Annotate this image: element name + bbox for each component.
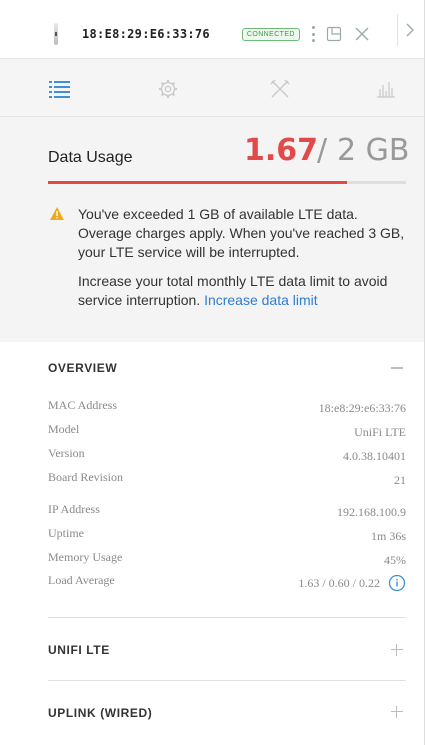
section-divider (48, 617, 406, 618)
increase-data-limit-link[interactable]: Increase data limit (204, 292, 318, 308)
kv-value: 192.168.100.9 (337, 504, 406, 519)
tab-bar (0, 59, 424, 117)
kv-label: Memory Usage (48, 550, 123, 564)
more-options-icon[interactable] (312, 26, 316, 42)
kv-value: 4.0.38.10401 (343, 448, 406, 463)
header-divider (397, 14, 398, 46)
kv-value: 1m 36s (370, 528, 406, 543)
panel-header: 18:E8:29:E6:33:76 CONNECTED (12, 12, 412, 56)
overview-row-load-average: Load Average 1.63 / 0.60 / 0.22 (48, 573, 406, 593)
kv-value: UniFi LTE (354, 424, 406, 439)
kv-label: Version (48, 446, 85, 460)
kv-label: MAC Address (48, 398, 118, 412)
gear-icon (159, 80, 177, 98)
kv-value: 21 (394, 472, 406, 487)
data-usage-total: 2 GB (337, 133, 410, 168)
overview-row-version: Version 4.0.38.10401 (48, 446, 406, 466)
popout-icon[interactable] (326, 26, 342, 42)
overview-row-model: Model UniFi LTE (48, 422, 406, 442)
warning-icon (50, 207, 64, 220)
kv-label: Load Average (48, 573, 115, 587)
data-usage-used: 1.67 (244, 133, 319, 168)
overview-row-mac-address: MAC Address 18:e8:29:e6:33:76 (48, 398, 406, 418)
tab-tools[interactable] (262, 71, 298, 107)
overview-row-ip-address: IP Address 192.168.100.9 (48, 502, 406, 522)
expand-icon[interactable] (391, 706, 403, 718)
chevron-right-icon[interactable] (405, 22, 415, 38)
collapse-icon[interactable] (391, 367, 403, 369)
tools-icon (270, 79, 290, 98)
data-usage-bar-fill (48, 181, 347, 184)
kv-value: 1.63 / 0.60 / 0.22 (298, 575, 380, 590)
increase-limit-message: Increase your total monthly LTE data lim… (78, 272, 408, 310)
overview-section-header[interactable]: OVERVIEW (48, 361, 117, 375)
data-usage-title: Data Usage (48, 149, 133, 166)
device-properties-panel: 18:E8:29:E6:33:76 CONNECTED Data Usage 1… (0, 0, 425, 745)
bar-chart-icon (377, 82, 395, 98)
kv-value: 45% (384, 552, 406, 567)
list-icon (49, 81, 70, 98)
data-usage-bar (48, 181, 406, 184)
kv-value: 18:e8:29:e6:33:76 (318, 400, 406, 415)
overview-row-memory-usage: Memory Usage 45% (48, 550, 406, 570)
status-badge: CONNECTED (241, 27, 300, 41)
expand-icon[interactable] (391, 644, 403, 656)
close-icon[interactable] (354, 26, 370, 42)
overage-warning-text: You've exceeded 1 GB of available LTE da… (78, 206, 405, 260)
data-usage-separator: / (317, 133, 328, 168)
uplink-wired-section-header[interactable]: UPLINK (WIRED) (48, 706, 152, 720)
tab-details[interactable] (42, 71, 78, 107)
section-divider (48, 680, 406, 681)
tab-configuration[interactable] (150, 71, 186, 107)
kv-value-with-info: 1.63 / 0.60 / 0.22 (298, 573, 406, 593)
overview-row-board-revision: Board Revision 21 (48, 470, 406, 490)
kv-label: IP Address (48, 502, 100, 516)
info-icon[interactable] (388, 574, 406, 592)
device-icon (52, 23, 60, 45)
overview-row-uptime: Uptime 1m 36s (48, 526, 406, 546)
kv-label: Model (48, 422, 80, 436)
unifi-lte-section-header[interactable]: UNIFI LTE (48, 643, 110, 657)
kv-label: Board Revision (48, 470, 123, 484)
data-usage-panel: Data Usage 1.67 / 2 GB You've exceeded 1… (0, 117, 424, 342)
kv-label: Uptime (48, 526, 84, 540)
tab-statistics[interactable] (368, 71, 404, 107)
device-name: 18:E8:29:E6:33:76 (82, 27, 210, 41)
